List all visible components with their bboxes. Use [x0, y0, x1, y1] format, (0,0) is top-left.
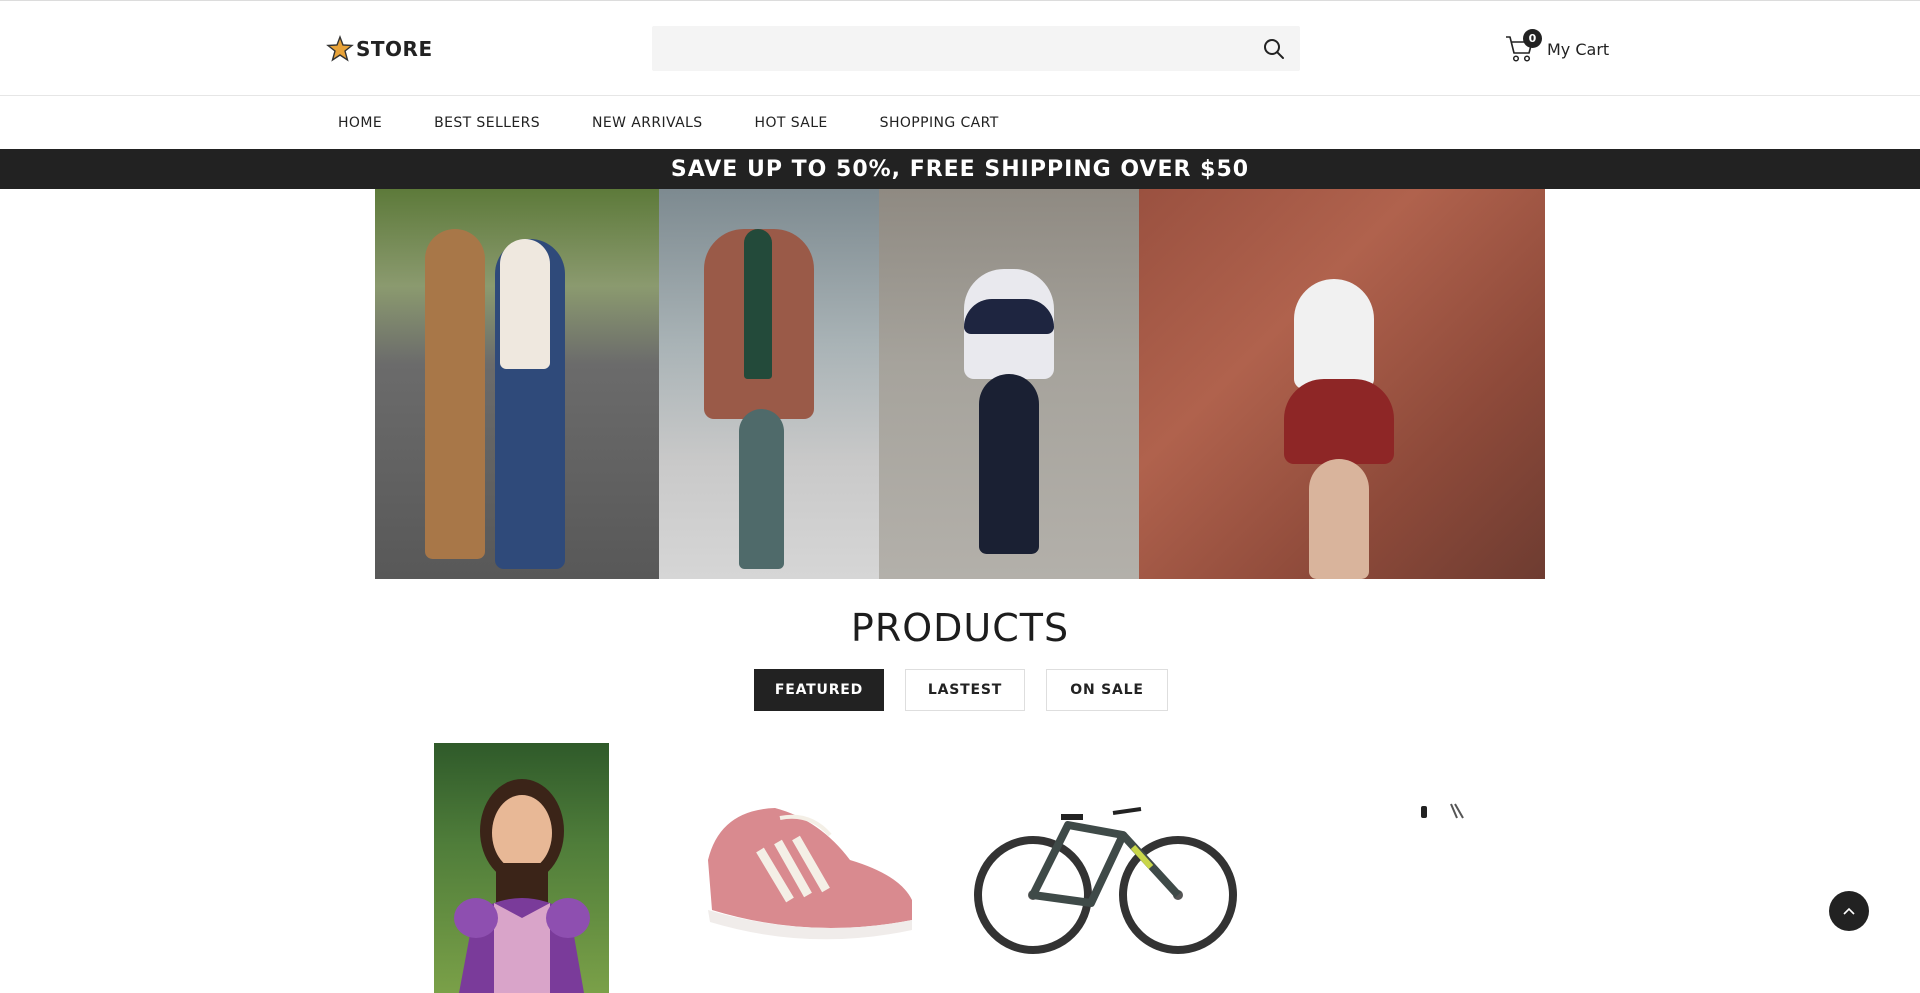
scroll-to-top-button[interactable] [1829, 891, 1869, 931]
search-input[interactable] [652, 26, 1242, 71]
accessory-image [1421, 803, 1464, 819]
product-image-accessory[interactable] [1415, 800, 1471, 824]
chevron-up-icon [1843, 907, 1855, 915]
main-nav: HOME BEST SELLERS NEW ARRIVALS HOT SALE … [0, 97, 1920, 149]
pink-sneaker-image [708, 808, 912, 940]
products-heading: PRODUCTS [850, 606, 1070, 650]
star-logo-icon [326, 35, 354, 62]
tab-lastest[interactable]: LASTEST [905, 669, 1025, 711]
store-logo[interactable]: STORE [326, 35, 433, 63]
tab-featured[interactable]: FEATURED [754, 669, 884, 711]
hero-photo-2 [659, 189, 879, 579]
nav-item-shopping-cart[interactable]: SHOPPING CART [880, 115, 999, 131]
hero-photo-4 [1139, 189, 1545, 579]
search-bar [652, 26, 1300, 71]
hero-photo-1 [375, 189, 659, 579]
cart-count-badge: 0 [1523, 29, 1542, 48]
nav-item-new-arrivals[interactable]: NEW ARRIVALS [592, 115, 703, 131]
tab-on-sale[interactable]: ON SALE [1046, 669, 1168, 711]
hero-banner-image[interactable] [375, 189, 1545, 579]
site-header: STORE 0 My Cart [0, 0, 1920, 96]
product-image-mountain-bike[interactable] [973, 795, 1238, 955]
product-image-pink-sneaker[interactable] [700, 790, 920, 950]
princess-dress-image [454, 779, 590, 993]
search-icon[interactable] [1262, 37, 1286, 61]
nav-item-home[interactable]: HOME [338, 115, 382, 131]
product-image-princess-dress[interactable] [434, 743, 609, 993]
cart-label: My Cart [1547, 39, 1610, 59]
nav-item-best-sellers[interactable]: BEST SELLERS [434, 115, 540, 131]
logo-text: STORE [356, 37, 433, 61]
promo-banner: SAVE UP TO 50%, FREE SHIPPING OVER $50 [0, 149, 1920, 189]
nav-item-hot-sale[interactable]: HOT SALE [755, 115, 828, 131]
product-tabs: FEATURED LASTEST ON SALE [754, 669, 1168, 711]
hero-photo-3 [879, 189, 1139, 579]
promo-text: SAVE UP TO 50%, FREE SHIPPING OVER $50 [670, 156, 1250, 182]
mountain-bike-image [974, 807, 1237, 954]
cart-button[interactable]: 0 My Cart [1505, 29, 1609, 63]
cart-icon-wrap: 0 [1505, 29, 1542, 63]
